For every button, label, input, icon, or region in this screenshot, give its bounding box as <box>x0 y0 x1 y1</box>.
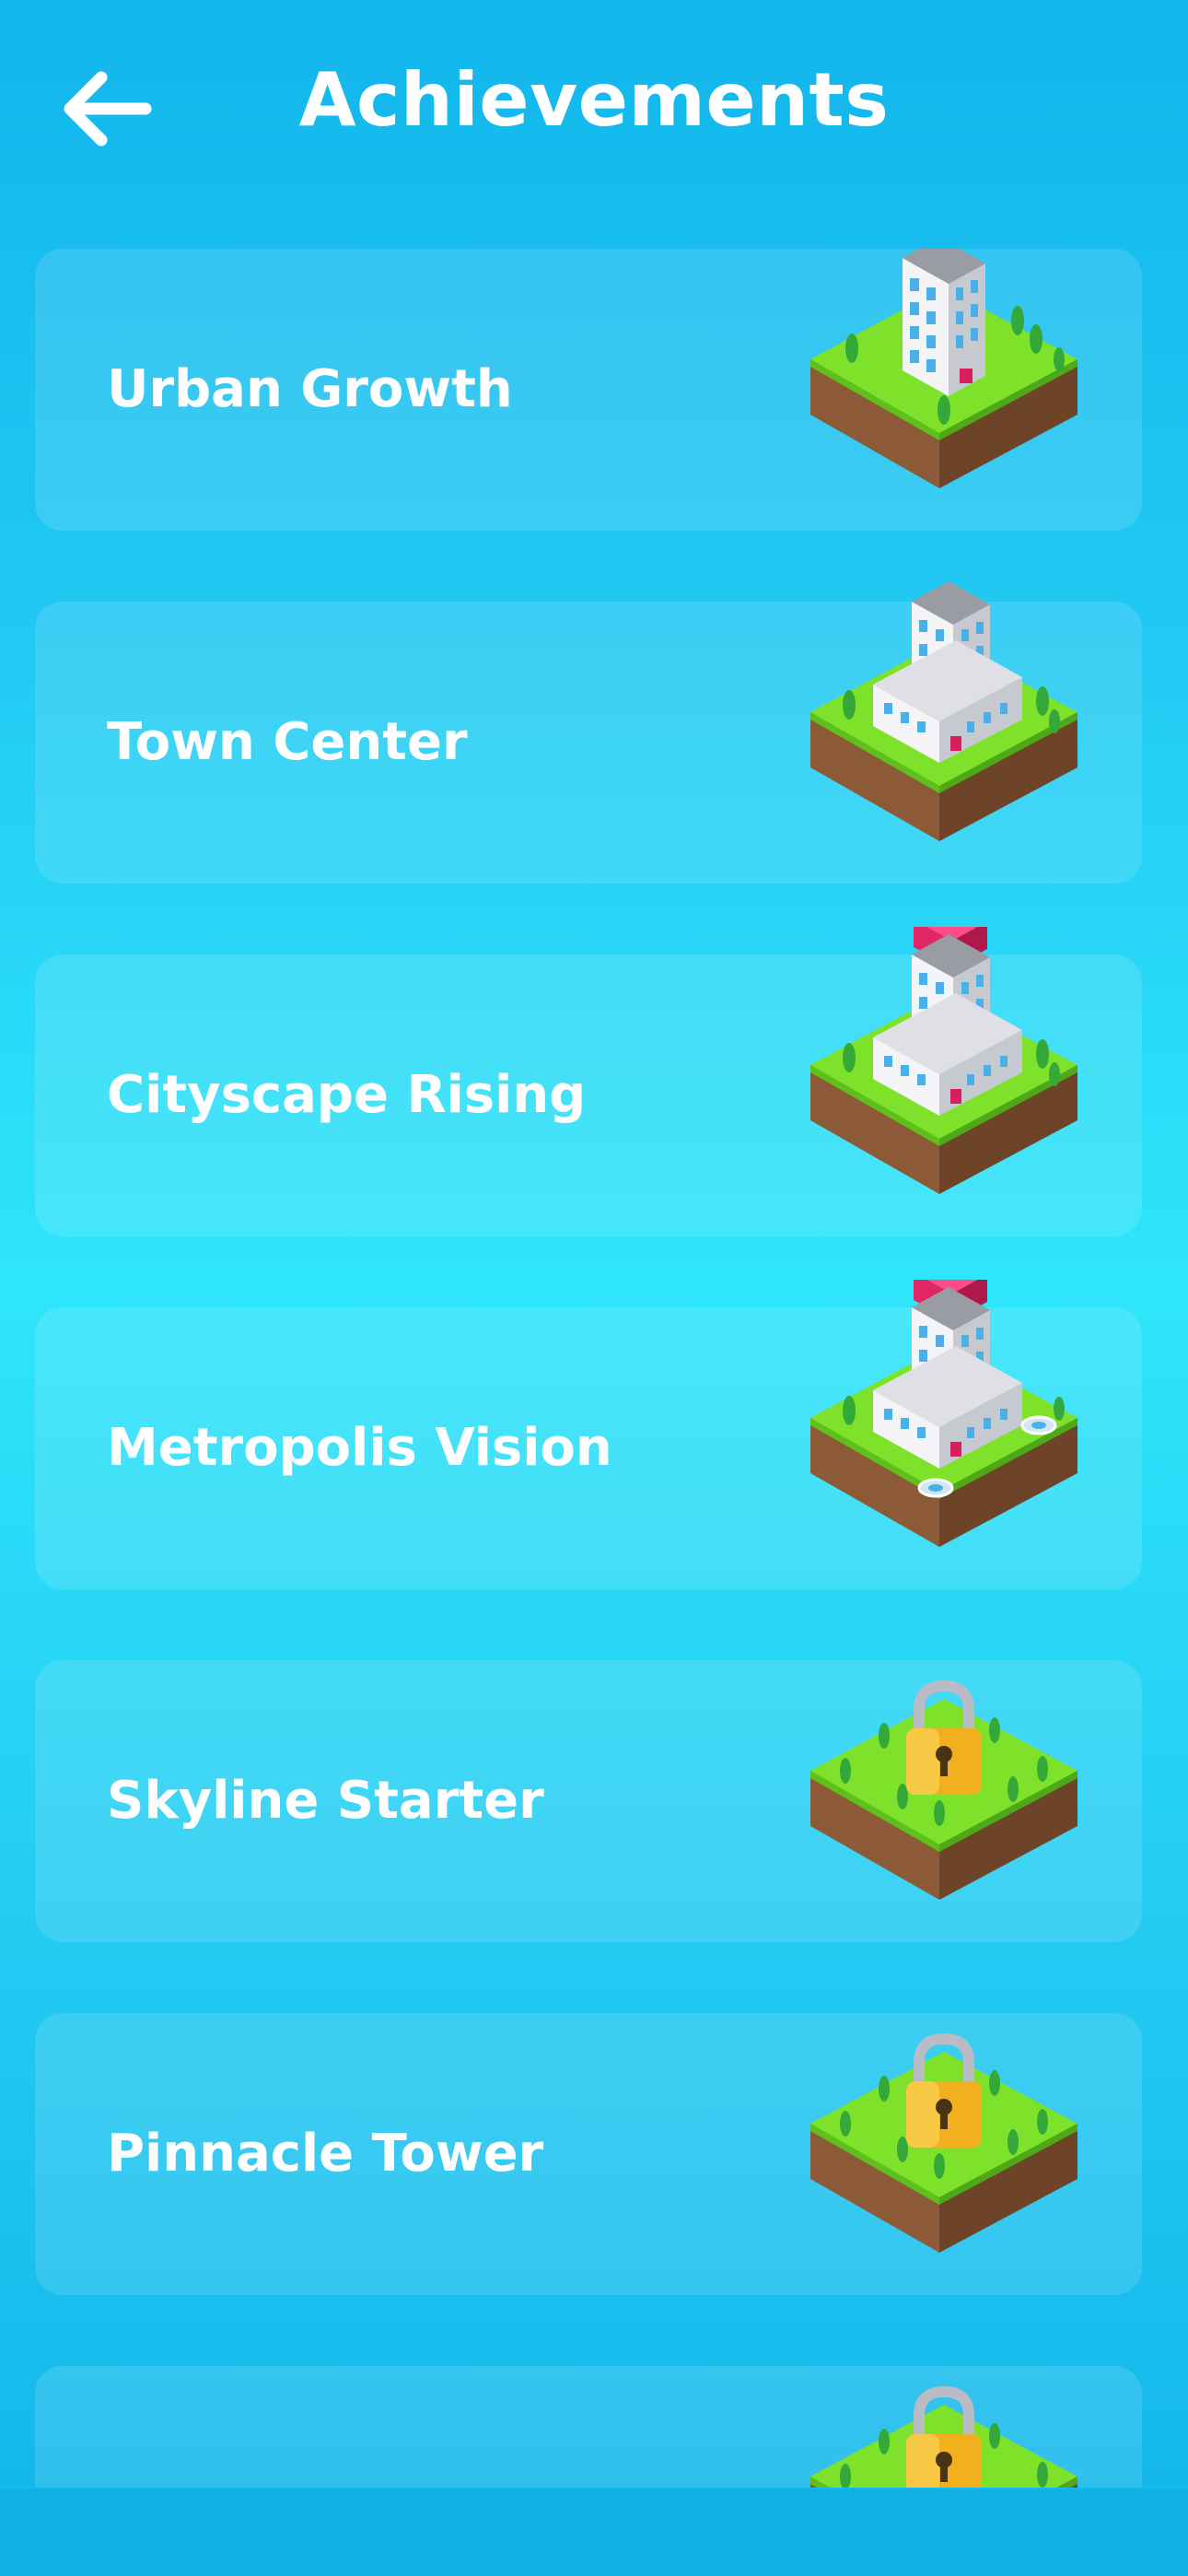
achievement-title: Skyline Starter <box>107 1771 544 1831</box>
achievement-title: Urban Growth <box>107 359 513 419</box>
achievement-title: Cityscape Rising <box>107 1065 587 1125</box>
achievement-card-metropolis-vision[interactable]: Metropolis Vision <box>35 1280 1142 1589</box>
building-tile-icon <box>810 581 1077 841</box>
achievement-title: Pinnacle Tower <box>107 2124 544 2184</box>
page-title: Achievements <box>298 57 890 143</box>
achievement-card-skyline-starter[interactable]: Skyline Starter <box>35 1660 1142 1942</box>
lock-icon <box>810 2032 1077 2253</box>
achievement-card-cityscape-rising[interactable]: Cityscape Rising <box>35 927 1142 1236</box>
lock-icon <box>810 2385 1077 2488</box>
achievement-card-urban-growth[interactable]: Urban Growth <box>35 249 1142 531</box>
building-tile-icon <box>810 1280 1077 1547</box>
achievement-card-partial[interactable] <box>35 2366 1142 2488</box>
header: Achievements <box>0 0 1188 212</box>
achievement-title: Town Center <box>107 712 468 772</box>
achievement-title: Metropolis Vision <box>107 1418 612 1478</box>
achievement-card-pinnacle-tower[interactable]: Pinnacle Tower <box>35 2013 1142 2295</box>
building-tile-icon <box>810 249 1077 488</box>
achievement-list: Urban Growth Town Center Cityscape Risin… <box>35 249 1142 2488</box>
bottom-bar <box>0 2489 1188 2576</box>
achievement-card-town-center[interactable]: Town Center <box>35 581 1142 884</box>
lock-icon <box>810 1680 1077 1900</box>
building-tile-icon <box>810 927 1077 1194</box>
